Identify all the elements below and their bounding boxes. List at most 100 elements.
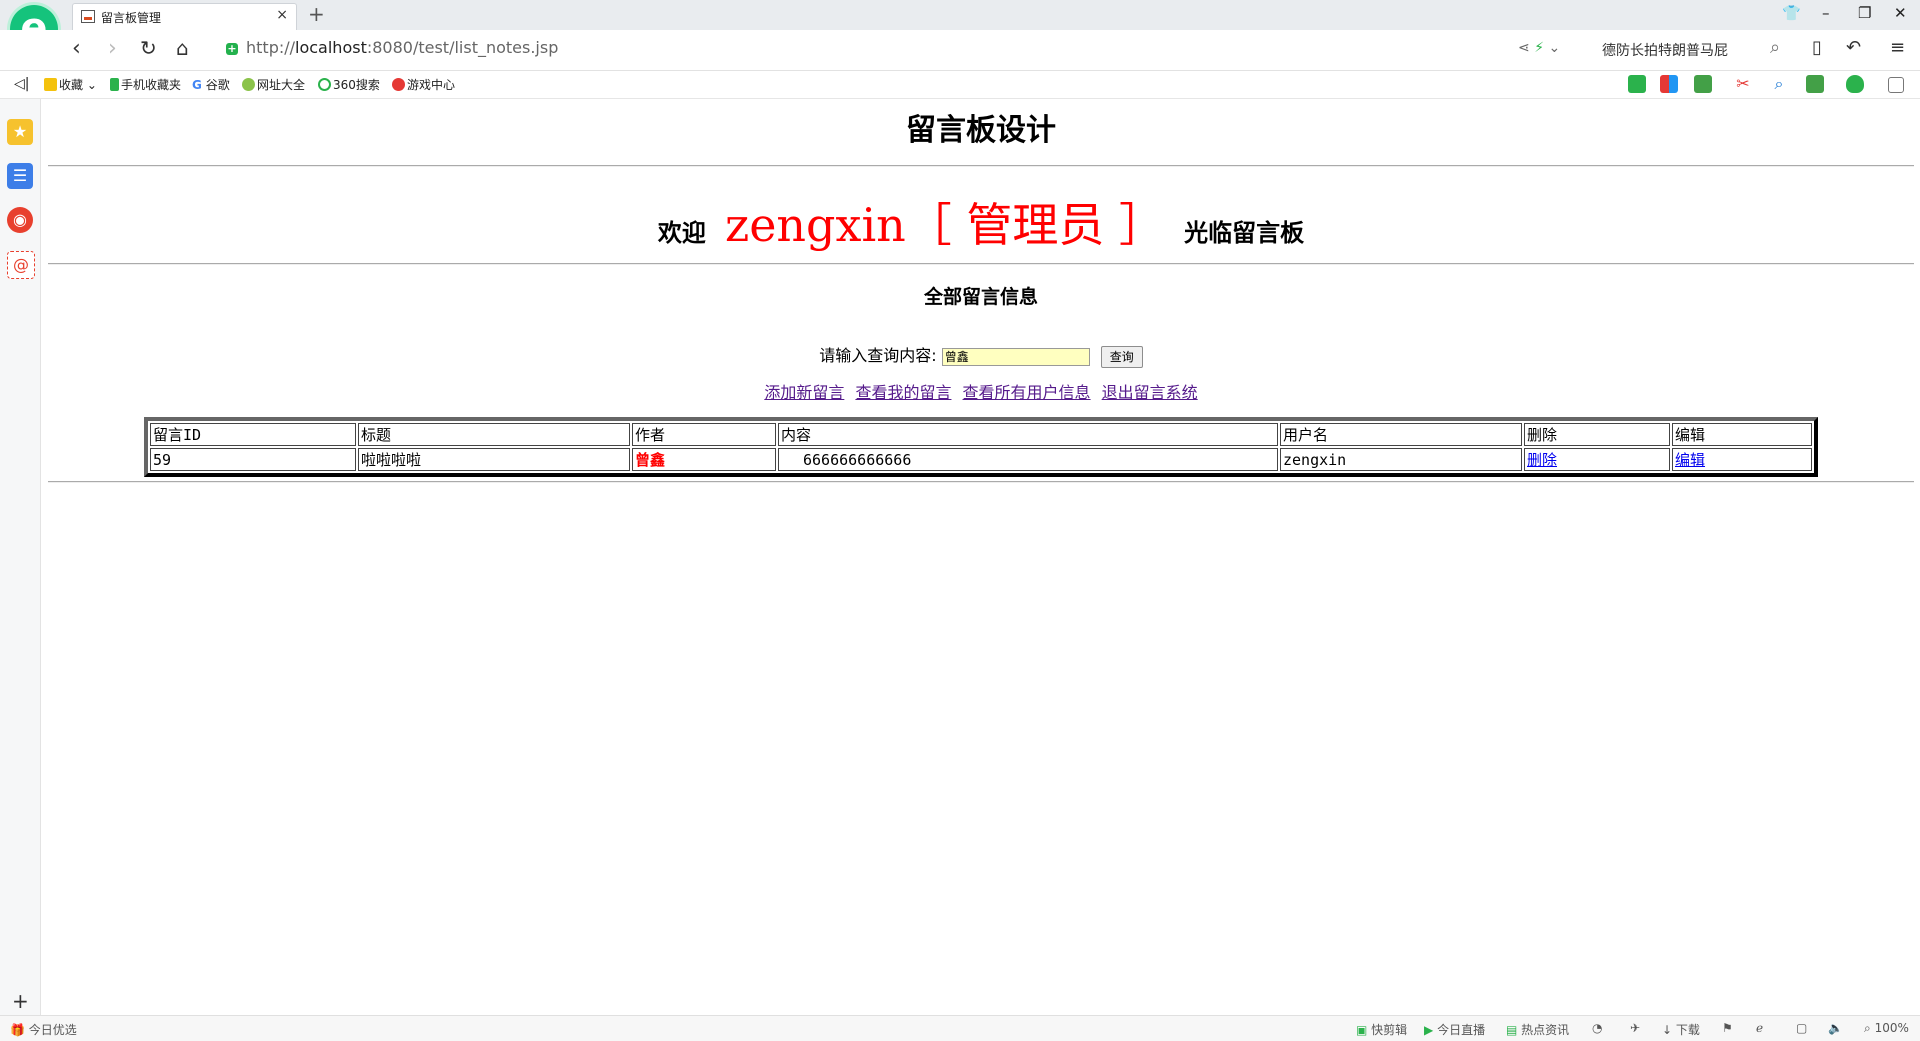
status-quickclip[interactable]: ▣ 快剪辑	[1356, 1021, 1407, 1038]
tab-close-icon[interactable]: ×	[276, 7, 288, 23]
search-extension-icon[interactable]: ⌕	[1770, 75, 1788, 93]
address-bar[interactable]: http://localhost:8080/test/list_notes.js…	[246, 38, 558, 57]
close-window-icon[interactable]: ✕	[1894, 4, 1907, 22]
email-icon[interactable]: @	[7, 251, 35, 279]
download-icon: ↓	[1662, 1023, 1673, 1037]
apps-grid-icon[interactable]	[1888, 77, 1904, 93]
status-news[interactable]: ▤ 热点资讯	[1506, 1021, 1569, 1038]
add-sidebar-item-icon[interactable]: +	[12, 989, 29, 1013]
sidebar-toggle-icon[interactable]: ◁|	[14, 76, 29, 92]
search-box[interactable]: 德防长拍特朗普马屁	[1602, 40, 1728, 60]
divider	[48, 481, 1914, 483]
welcome-banner: 欢迎 zengxin［ 管理员 ］ 光临留言板	[48, 189, 1914, 255]
search-button[interactable]: 查询	[1100, 345, 1143, 368]
cell-id: 59	[150, 448, 356, 471]
all-users-link[interactable]: 查看所有用户信息	[963, 383, 1091, 402]
daily-picks[interactable]: 🎁 今日优选	[10, 1021, 77, 1038]
cell-title: 啦啦啦啦	[358, 448, 630, 471]
window-icon[interactable]: ▢	[1796, 1021, 1807, 1035]
back-icon[interactable]: ‹	[72, 36, 81, 61]
cell-edit: 编辑	[1672, 448, 1812, 471]
welcome-prefix: 欢迎	[657, 218, 706, 247]
new-tab-icon[interactable]: +	[308, 2, 325, 26]
page-content: 留言板设计 欢迎 zengxin［ 管理员 ］ 光临留言板 全部留言信息 请输入…	[48, 99, 1914, 1015]
favorites-star-icon[interactable]: ★	[7, 119, 33, 145]
lightning-icon: ⚡	[1534, 40, 1545, 56]
header-username: 用户名	[1280, 423, 1522, 446]
translate-extension-icon[interactable]	[1694, 75, 1712, 93]
minimize-icon[interactable]: –	[1822, 4, 1830, 22]
weibo-icon[interactable]: ◉	[7, 207, 33, 233]
screenshot-extension-icon[interactable]: ✂	[1734, 75, 1752, 93]
search360-icon	[318, 78, 331, 91]
bookmark-google[interactable]: G 谷歌	[192, 76, 230, 93]
menu-icon[interactable]: ≡	[1890, 37, 1905, 58]
header-title: 标题	[358, 423, 630, 446]
zoom-control[interactable]: ⌕ 100%	[1864, 1021, 1909, 1036]
restore-icon[interactable]: ❐	[1858, 4, 1871, 22]
header-content: 内容	[778, 423, 1278, 446]
bookmark-favorites[interactable]: 收藏 ⌄	[44, 76, 97, 93]
star-icon	[44, 78, 57, 91]
search-label: 请输入查询内容:	[819, 346, 937, 365]
bookmark-360search[interactable]: 360搜索	[318, 76, 380, 93]
google-icon: G	[192, 78, 202, 92]
header-id: 留言ID	[150, 423, 356, 446]
security-shield-icon[interactable]	[1846, 75, 1864, 93]
play-icon: ▶	[1424, 1023, 1434, 1037]
section-title: 全部留言信息	[923, 286, 1038, 308]
reload-icon[interactable]: ↻	[140, 36, 157, 60]
reader-extension-icon[interactable]	[1628, 75, 1646, 93]
accelerate-icon[interactable]: ◔	[1592, 1021, 1602, 1035]
browser-tab[interactable]: 留言板管理 ×	[72, 3, 297, 30]
cell-username: zengxin	[1280, 448, 1522, 471]
tab-favicon-icon	[81, 10, 95, 23]
sound-icon[interactable]: 🔈	[1828, 1021, 1843, 1035]
header-edit: 编辑	[1672, 423, 1812, 446]
logout-link[interactable]: 退出留言系统	[1102, 383, 1198, 402]
cell-content: 666666666666	[778, 448, 1278, 471]
bookmark-mobile[interactable]: 手机收藏夹	[110, 76, 181, 93]
add-note-link[interactable]: 添加新留言	[764, 383, 844, 402]
bookmarks-bar: ◁| 收藏 ⌄ 手机收藏夹 G 谷歌 网址大全 360搜索 游戏中心 ✂ ⌕	[0, 71, 1920, 99]
page-title: 留言板设计	[906, 113, 1056, 148]
tab-title: 留言板管理	[101, 11, 162, 25]
header-author: 作者	[632, 423, 776, 446]
zoom-icon: ⌕	[1864, 1021, 1871, 1035]
bookmark-games[interactable]: 游戏中心	[392, 76, 455, 93]
search-icon[interactable]: ⌕	[1770, 37, 1780, 58]
gift-icon: 🎁	[10, 1023, 25, 1037]
my-notes-link[interactable]: 查看我的留言	[855, 383, 951, 402]
search-input[interactable]	[941, 347, 1090, 366]
reading-list-icon[interactable]: ☰	[7, 163, 33, 189]
divider	[48, 263, 1914, 265]
undo-close-icon[interactable]: ↶	[1846, 37, 1861, 58]
search-form: 请输入查询内容: 查询	[48, 342, 1914, 368]
game-extension-icon[interactable]	[1806, 75, 1824, 93]
browser-titlebar: e 留言板管理 × + 👕 – ❐ ✕	[0, 0, 1920, 53]
edit-link[interactable]: 编辑	[1675, 451, 1705, 469]
welcome-suffix: 光临留言板	[1184, 218, 1305, 247]
skin-icon[interactable]: 👕	[1782, 4, 1801, 22]
video-clip-icon: ▣	[1356, 1023, 1368, 1037]
delete-link[interactable]: 删除	[1527, 451, 1557, 469]
address-toolbar: ‹ › ↻ ⌂ + http://localhost:8080/test/lis…	[0, 30, 1920, 71]
forward-icon[interactable]: ›	[108, 36, 117, 61]
status-download[interactable]: ↓ 下载	[1662, 1021, 1700, 1038]
phone-icon	[110, 78, 119, 91]
header-delete: 删除	[1524, 423, 1670, 446]
game-icon	[392, 78, 405, 91]
cell-author: 曾鑫	[632, 448, 776, 471]
bookmark-hao[interactable]: 网址大全	[242, 76, 305, 93]
flag-icon[interactable]: ⚑	[1722, 1021, 1733, 1035]
compass-icon	[242, 78, 255, 91]
app-extension-icon[interactable]	[1660, 75, 1678, 93]
share-icon[interactable]: ⋖ ⚡ ⌄	[1518, 40, 1560, 56]
status-live[interactable]: ▶ 今日直播	[1424, 1021, 1485, 1038]
bookmark-page-icon[interactable]: ▯	[1812, 37, 1822, 58]
home-icon[interactable]: ⌂	[176, 36, 189, 60]
ie-mode-icon[interactable]: ℯ	[1756, 1021, 1763, 1035]
pin-icon[interactable]: ✈	[1630, 1021, 1640, 1035]
welcome-user-role: zengxin［ 管理员 ］	[724, 198, 1166, 252]
news-icon: ▤	[1506, 1023, 1518, 1037]
